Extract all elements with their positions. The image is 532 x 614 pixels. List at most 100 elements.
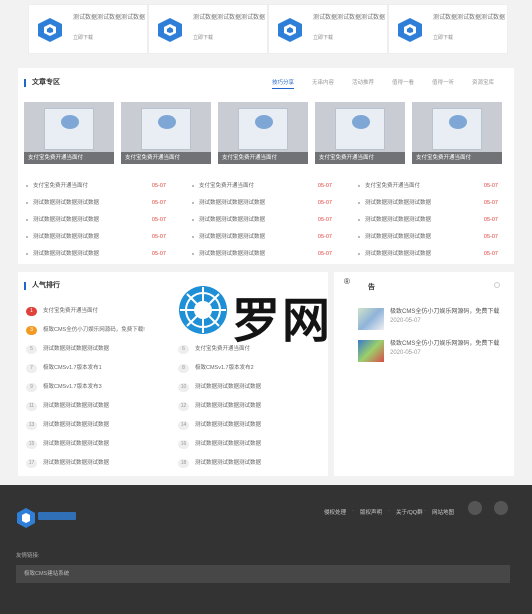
article-title: 支付宝免费开通当面付 — [199, 183, 255, 189]
article-title: 测试数据测试数据测试数据 — [33, 251, 100, 257]
rank-number: 8 — [178, 364, 189, 373]
notice-item[interactable]: 极致CMS全仿小刀娱乐网源码，免费下载 2020-05-07 — [358, 308, 500, 330]
list-item[interactable]: 测试数据测试数据测试数据 05-07 — [358, 232, 498, 242]
rank-item[interactable]: 1 支付宝免费开通当面付 — [26, 306, 98, 316]
rank-item[interactable]: 8 极致CMSv1.7版本发布2 — [178, 363, 254, 373]
list-item[interactable]: 支付宝免费开通当面付 05-07 — [192, 181, 332, 191]
friend-links-label: 友情链接: — [16, 553, 40, 559]
footer-link-infringement[interactable]: 侵权处理 — [324, 508, 346, 516]
app-card[interactable]: 测试数据测试数据测试数据 立即下载 — [148, 4, 268, 54]
tab-content[interactable]: 无串内容 — [312, 78, 334, 86]
rank-item[interactable]: 12 测试数据测试数据测试数据 — [178, 401, 261, 411]
app-card[interactable]: 测试数据测试数据测试数据 立即下载 — [28, 4, 148, 54]
rank-item[interactable]: 15 测试数据测试数据测试数据 — [26, 439, 109, 449]
list-item[interactable]: 测试数据测试数据测试数据 05-07 — [192, 249, 332, 259]
list-item[interactable]: 测试数据测试数据测试数据 05-07 — [26, 198, 166, 208]
article-title: 测试数据测试数据测试数据 — [199, 251, 266, 257]
rank-title: 测试数据测试数据测试数据 — [43, 346, 110, 352]
watermark-logo: 罗网 ® — [178, 277, 356, 349]
article-thumbnail[interactable]: 支付宝免费开通当面付 — [121, 102, 211, 164]
article-date: 05-07 — [151, 251, 166, 257]
article-date: 05-07 — [483, 217, 498, 223]
app-title: 测试数据测试数据测试数据 — [433, 15, 506, 21]
rank-title: 极致CMSv1.7版本发布3 — [43, 384, 102, 390]
rank-item[interactable]: 14 测试数据测试数据测试数据 — [178, 420, 261, 430]
list-item[interactable]: 测试数据测试数据测试数据 05-07 — [192, 215, 332, 225]
rank-number: 5 — [26, 345, 37, 354]
rank-item[interactable]: 9 极致CMSv1.7版本发布3 — [26, 382, 102, 392]
notice-thumbnail — [358, 308, 384, 330]
notice-title: 极致CMS全仿小刀娱乐网源码，免费下载 — [390, 341, 500, 347]
rank-item[interactable]: 17 测试数据测试数据测试数据 — [26, 458, 109, 468]
list-item[interactable]: 测试数据测试数据测试数据 05-07 — [26, 215, 166, 225]
list-item[interactable]: 测试数据测试数据测试数据 05-07 — [358, 215, 498, 225]
friend-link[interactable]: 极致CMS建站系统 — [16, 565, 510, 583]
rank-title: 测试数据测试数据测试数据 — [195, 384, 262, 390]
download-link[interactable]: 立即下载 — [313, 34, 333, 41]
download-link[interactable]: 立即下载 — [433, 34, 453, 41]
app-card[interactable]: 测试数据测试数据测试数据 立即下载 — [388, 4, 508, 54]
notice-item[interactable]: 极致CMS全仿小刀娱乐网源码，免费下载 2020-05-07 — [358, 340, 500, 362]
qq-icon[interactable] — [468, 501, 482, 515]
article-title: 测试数据测试数据测试数据 — [365, 234, 432, 240]
rank-number: 16 — [178, 440, 189, 449]
wechat-icon[interactable] — [494, 501, 508, 515]
tab-resources[interactable]: 资源宝库 — [472, 78, 494, 86]
footer-link-sitemap[interactable]: 网站地图 — [432, 508, 454, 516]
spider-emblem-icon — [179, 286, 227, 334]
notice-title: 极致CMS全仿小刀娱乐网源码，免费下载 — [390, 309, 500, 315]
footer-link-copyright[interactable]: 版权声明 — [360, 508, 382, 516]
tab-worth-listen[interactable]: 值得一听 — [432, 78, 454, 86]
list-item[interactable]: 测试数据测试数据测试数据 05-07 — [358, 198, 498, 208]
article-thumbnail[interactable]: 支付宝免费开通当面付 — [412, 102, 502, 164]
rank-title: 测试数据测试数据测试数据 — [43, 441, 110, 447]
app-card[interactable]: 测试数据测试数据测试数据 立即下载 — [268, 4, 388, 54]
article-thumbnail[interactable]: 支付宝免费开通当面付 — [218, 102, 308, 164]
list-item[interactable]: 支付宝免费开通当面付 05-07 — [26, 181, 166, 191]
notice-date: 2020-05-07 — [390, 318, 421, 324]
rank-number: 14 — [178, 421, 189, 430]
footer-separator: · — [424, 508, 426, 514]
rank-item[interactable]: 18 测试数据测试数据测试数据 — [178, 458, 261, 468]
tab-worth-see[interactable]: 值得一看 — [392, 78, 414, 86]
more-icon[interactable] — [494, 282, 500, 288]
rank-item[interactable]: 16 测试数据测试数据测试数据 — [178, 439, 261, 449]
rank-item[interactable]: 3 极致CMS全仿小刀娱乐网源码，免费下载! — [26, 325, 145, 335]
rank-title: 支付宝免费开通当面付 — [43, 308, 99, 314]
footer-link-about[interactable]: 关于/QQ群 — [396, 508, 423, 516]
tab-tips[interactable]: 技巧分享 — [272, 78, 295, 89]
rank-item[interactable]: 13 测试数据测试数据测试数据 — [26, 420, 109, 430]
article-date: 05-07 — [483, 200, 498, 206]
download-link[interactable]: 立即下载 — [73, 34, 93, 41]
rank-title: 测试数据测试数据测试数据 — [43, 403, 110, 409]
rank-number: 10 — [178, 383, 189, 392]
rank-number: 15 — [26, 440, 37, 449]
cube-logo-icon — [398, 18, 422, 42]
article-date: 05-07 — [317, 251, 332, 257]
article-date: 05-07 — [151, 183, 166, 189]
rank-item[interactable]: 7 极致CMSv1.7版本发布1 — [26, 363, 102, 373]
article-thumbnail[interactable]: 支付宝免费开通当面付 — [315, 102, 405, 164]
article-date: 05-07 — [151, 234, 166, 240]
app-title: 测试数据测试数据测试数据 — [313, 15, 386, 21]
rank-number: 17 — [26, 459, 37, 468]
footer — [0, 485, 532, 614]
tab-events[interactable]: 活动推荐 — [352, 78, 374, 86]
rank-item[interactable]: 10 测试数据测试数据测试数据 — [178, 382, 261, 392]
app-title: 测试数据测试数据测试数据 — [73, 15, 146, 21]
rank-item[interactable]: 11 测试数据测试数据测试数据 — [26, 401, 109, 411]
list-item[interactable]: 测试数据测试数据测试数据 05-07 — [192, 198, 332, 208]
article-thumbnail[interactable]: 支付宝免费开通当面付 — [24, 102, 114, 164]
list-item[interactable]: 测试数据测试数据测试数据 05-07 — [358, 249, 498, 259]
download-link[interactable]: 立即下载 — [193, 34, 213, 41]
list-item[interactable]: 测试数据测试数据测试数据 05-07 — [26, 232, 166, 242]
list-item[interactable]: 测试数据测试数据测试数据 05-07 — [26, 249, 166, 259]
list-item[interactable]: 支付宝免费开通当面付 05-07 — [358, 181, 498, 191]
article-title: 测试数据测试数据测试数据 — [199, 200, 266, 206]
rank-number: 11 — [26, 402, 37, 411]
rank-number: 18 — [178, 459, 189, 468]
notice-panel — [334, 272, 514, 476]
rank-item[interactable]: 5 测试数据测试数据测试数据 — [26, 344, 109, 354]
list-item[interactable]: 测试数据测试数据测试数据 05-07 — [192, 232, 332, 242]
rank-title: 测试数据测试数据测试数据 — [195, 422, 262, 428]
